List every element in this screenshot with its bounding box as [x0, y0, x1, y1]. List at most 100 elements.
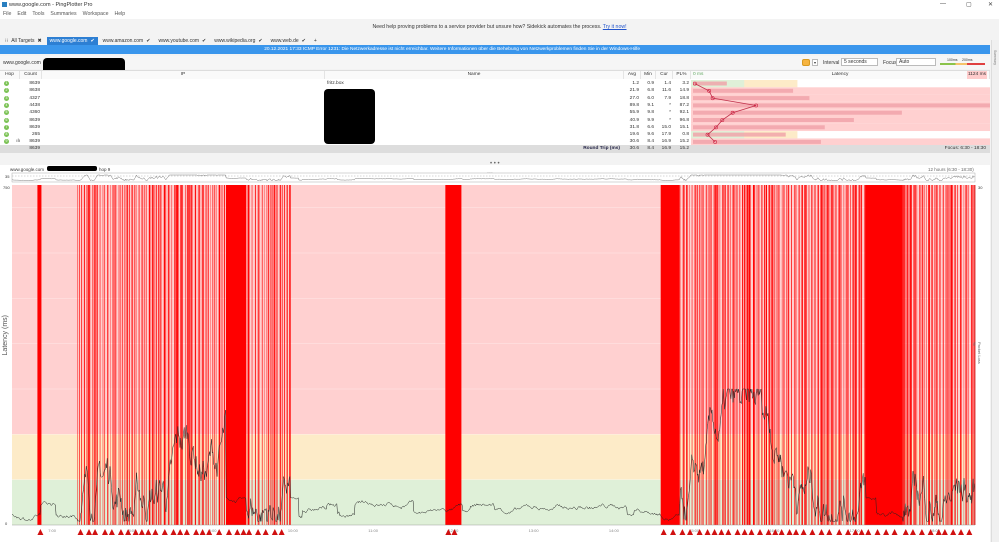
latency-avg-bar — [693, 103, 990, 108]
loss-event-marker — [778, 529, 785, 535]
loss-event-marker — [966, 529, 973, 535]
packet-loss-mark — [81, 185, 83, 525]
packet-loss-mark — [795, 185, 797, 525]
packet-loss-mark — [112, 185, 114, 525]
loss-event-marker — [117, 529, 124, 535]
col-ip[interactable]: IP — [42, 71, 325, 79]
col-latency[interactable]: 0 ms Latency 1124 ms — [691, 71, 990, 79]
packet-loss-mark — [861, 185, 863, 525]
timeline-chart[interactable]: 7:00 8:00 9:00 10:00 11:00 12:00 13:00 14:00 15:… — [0, 165, 990, 542]
hop-min: 9.1 — [647, 102, 654, 108]
packet-loss-mark — [967, 185, 969, 525]
latency-avg-bar — [693, 118, 854, 122]
packet-loss-block — [37, 185, 42, 525]
minimize-button[interactable]: — — [940, 1, 946, 7]
packet-loss-mark — [936, 185, 938, 525]
packet-loss-mark — [215, 185, 217, 525]
packet-loss-mark — [791, 185, 792, 525]
check-icon: ✔ — [301, 37, 306, 44]
packet-loss-mark — [801, 185, 803, 525]
packet-loss-mark — [142, 185, 144, 525]
hop-avg: 40.9 — [629, 117, 639, 123]
col-count[interactable]: Count — [20, 71, 42, 79]
summary-side-tab[interactable]: Summary — [993, 50, 997, 65]
packet-loss-mark — [817, 185, 819, 525]
close-button[interactable]: ✕ — [988, 1, 993, 8]
packet-loss-mark — [133, 185, 135, 525]
tab-all-targets[interactable]: ⁝⁝ All Targets ✖ — [2, 37, 45, 45]
packet-loss-mark — [164, 185, 167, 525]
packet-loss-mark — [931, 185, 932, 525]
interval-select[interactable]: 5 seconds — [841, 58, 878, 66]
try-it-now-link[interactable]: Try it now! — [603, 24, 627, 30]
summary-avg: 30.6 — [629, 146, 639, 151]
target-tabs: ⁝⁝ All Targets ✖ www.google.com ✔ www.amazo… — [2, 36, 322, 45]
error-banner: 20.12.2021 17:33 ICMP Error 1231: Die Ne… — [0, 45, 990, 54]
menu-edit[interactable]: Edit — [17, 11, 26, 17]
tab-youtube[interactable]: www.youtube.com ✔ — [155, 37, 209, 45]
tab-amazon[interactable]: www.amazon.com ✔ — [100, 37, 154, 45]
packet-loss-mark — [104, 185, 106, 525]
packet-loss-mark — [858, 185, 860, 525]
menu-tools[interactable]: Tools — [32, 11, 44, 17]
packet-loss-mark — [153, 185, 154, 525]
packet-loss-mark — [171, 185, 173, 525]
col-name[interactable]: Name — [325, 71, 624, 79]
packet-loss-mark — [843, 185, 845, 525]
hop-status-icon: 1 — [4, 81, 9, 86]
menu-summaries[interactable]: Summaries — [50, 11, 76, 17]
packet-loss-mark — [124, 185, 126, 525]
maximize-button[interactable]: ▢ — [966, 1, 972, 8]
col-avg[interactable]: Avg — [624, 71, 641, 79]
interval-label: Interval — [823, 60, 840, 66]
packet-loss-mark — [155, 185, 158, 525]
packet-loss-mark — [251, 185, 253, 525]
packet-loss-mark — [828, 185, 830, 525]
packet-loss-mark — [679, 185, 681, 525]
packet-loss-mark — [957, 185, 959, 525]
hop-cur: 11.6 — [662, 88, 671, 94]
summary-min: 8.4 — [647, 146, 654, 151]
menu-workspace[interactable]: Workspace — [83, 11, 109, 17]
close-icon[interactable]: ✖ — [37, 38, 41, 44]
loss-event-marker — [756, 529, 763, 535]
tab-label: www.amazon.com — [102, 37, 144, 44]
packet-loss-mark — [804, 185, 806, 525]
packet-loss-mark — [733, 185, 736, 525]
packet-loss-mark — [910, 185, 912, 525]
col-pl[interactable]: PL% — [673, 71, 691, 79]
menu-file[interactable]: File — [3, 11, 11, 17]
add-target-button[interactable]: + — [311, 37, 320, 45]
latency-legend-bar — [940, 63, 985, 65]
packet-loss-mark — [185, 185, 187, 525]
packet-loss-mark — [778, 185, 780, 525]
packet-loss-mark — [846, 185, 849, 525]
tab-google[interactable]: www.google.com ✔ — [46, 36, 98, 45]
focus-select[interactable]: Auto — [896, 58, 936, 66]
packet-loss-mark — [283, 185, 286, 525]
check-icon: ✔ — [258, 37, 263, 44]
dropdown-arrow-icon[interactable]: ▾ — [812, 59, 818, 66]
check-icon: ✔ — [146, 37, 151, 44]
tab-wikipedia[interactable]: www.wikipedia.org ✔ — [211, 37, 265, 45]
hop-min: 9.9 — [647, 117, 654, 123]
hop-min: 6.8 — [647, 88, 654, 94]
pause-button[interactable] — [802, 59, 810, 66]
loss-event-marker — [37, 529, 44, 535]
summary-label: Round Trip (ms) — [583, 146, 620, 151]
packet-loss-mark — [758, 185, 760, 525]
menu-bar: File Edit Tools Summaries Workspace Help — [0, 10, 999, 19]
packet-loss-block — [226, 185, 247, 525]
packet-loss-mark — [141, 185, 142, 525]
col-min[interactable]: Min — [641, 71, 656, 79]
legend-100ms: 100ms — [947, 58, 958, 62]
side-panel[interactable]: Summary — [991, 40, 999, 542]
menu-help[interactable]: Help — [115, 11, 126, 17]
hop-count: 8639 — [29, 124, 40, 130]
tab-webde[interactable]: www.web.de ✔ — [268, 37, 309, 45]
col-hop[interactable]: Hop — [0, 71, 20, 79]
col-cur[interactable]: Cur — [656, 71, 673, 79]
packet-loss-mark — [158, 185, 159, 525]
packet-loss-block — [445, 185, 462, 525]
loss-event-marker — [918, 529, 925, 535]
